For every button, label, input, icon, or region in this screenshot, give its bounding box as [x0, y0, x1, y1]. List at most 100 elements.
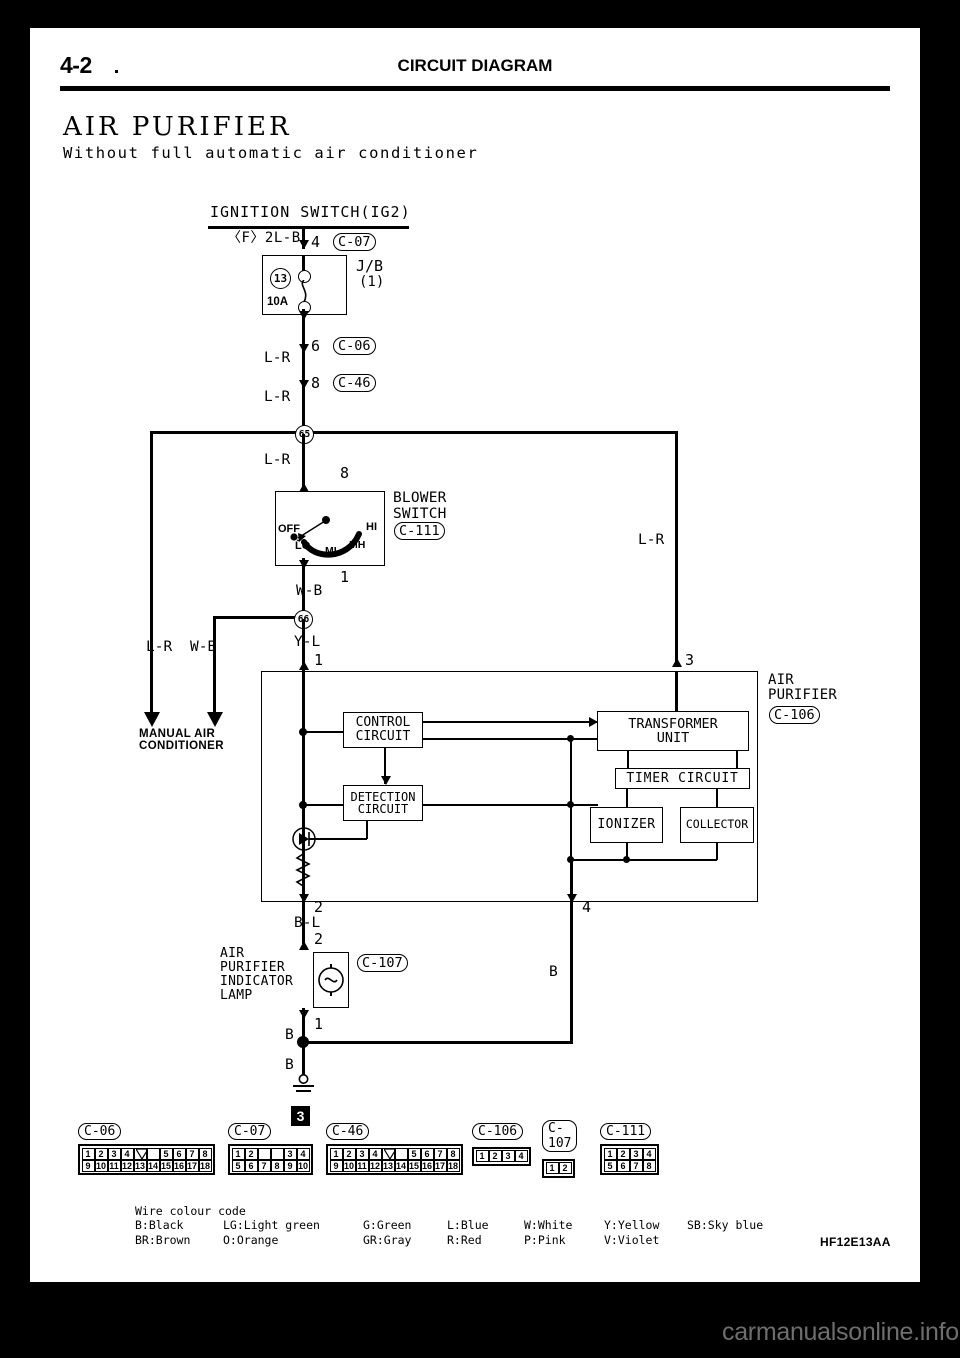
wire-label-lr-2: L-R: [264, 389, 291, 405]
section-title: CIRCUIT DIAGRAM: [397, 56, 553, 75]
connector-pin: 2: [244, 1147, 258, 1160]
connector-diagram-c-106: C-106 1 2 3 4: [472, 1120, 531, 1166]
connector-pin-blank: [394, 1147, 408, 1160]
wire-label-wb-1: W-B: [296, 583, 323, 599]
connector-pin: 7: [433, 1147, 447, 1160]
connector-pin: 18: [446, 1159, 460, 1172]
wire-label-b-2: B: [285, 1057, 294, 1073]
pin-number-2-ap: 2: [314, 898, 324, 916]
legend-y-yellow: Y:Yellow: [604, 1218, 660, 1233]
connector-id-label: C-107: [542, 1120, 578, 1152]
connector-pin: 4: [368, 1147, 382, 1160]
transformer-to-timer-left: [627, 751, 629, 769]
connector-pin: 17: [185, 1159, 199, 1172]
legend-g-green: G:Green: [363, 1218, 412, 1233]
connector-pin: 3: [629, 1147, 643, 1160]
wire-label-b-right: B: [549, 964, 558, 980]
connector-pin-row: 9 10 11 12 13 14 15 16 17 18: [329, 1159, 460, 1172]
connector-diagram-c-46: C-46 1 2 3 4 5 6 7 8 9 10 11 12 13 14 15 16 17 18: [326, 1120, 463, 1175]
timer-to-ionizer-line: [626, 789, 628, 807]
pin-number-4-ap: 4: [582, 898, 592, 916]
connector-pin: 16: [172, 1159, 186, 1172]
source-wire-label: 〈F〉2L-B: [227, 230, 301, 246]
connector-pin: 4: [296, 1147, 310, 1160]
connector-pin: 2: [342, 1147, 356, 1160]
fuse-element-icon: [301, 280, 307, 302]
blower-position-mh: MH: [349, 539, 366, 551]
ignition-switch-label: IGNITION SWITCH(IG2): [210, 203, 411, 221]
legend-p-pink: P:Pink: [524, 1232, 566, 1247]
watermark: carmanualsonline.info: [722, 1318, 959, 1346]
fuse-number-circle: 13: [270, 268, 291, 289]
connector-pin: 9: [329, 1159, 343, 1172]
connector-pin: 14: [146, 1159, 160, 1172]
resistor-icon: [295, 850, 311, 890]
led-feedback-line: [309, 838, 367, 840]
connector-pin: 1: [475, 1150, 489, 1162]
connector-pin-row: 1234 5678: [329, 1147, 460, 1160]
wire-label-lr-right: L-R: [638, 532, 665, 548]
connector-tag-c06: C-06: [333, 337, 376, 355]
wire-label-lr-3: L-R: [264, 452, 291, 468]
connector-id-label: C-06: [78, 1123, 122, 1140]
ground-drop-line: [302, 1044, 305, 1078]
connector-tag-c46: C-46: [333, 374, 376, 392]
branch-left-lr: [150, 431, 153, 721]
legend-gr-gray: GR:Gray: [363, 1232, 412, 1247]
pin-number-1-blower: 1: [340, 568, 350, 586]
connector-tag-c106: C-106: [769, 706, 820, 724]
connector-pin: 4: [514, 1150, 528, 1162]
transformer-unit-box: TRANSFORMER UNIT: [597, 711, 749, 751]
led-feedback-vline: [366, 821, 368, 839]
connector-diagram-c-06: C-06 1 2 3 4 5 6 7 8 9 10 11 12 13 14 15 16 17 18: [78, 1120, 215, 1175]
diagram-subtitle: Without full automatic air conditioner: [63, 144, 479, 162]
connector-pin: 2: [558, 1162, 572, 1174]
b-right-line: [570, 902, 573, 1044]
connector-tag-c111: C-111: [394, 522, 445, 540]
control-circuit-box: CONTROL CIRCUIT: [343, 712, 423, 748]
connector-pin: 18: [198, 1159, 212, 1172]
collector-box: COLLECTOR: [680, 807, 754, 843]
pin-number-8-c46: 8: [311, 374, 321, 392]
connector-keyway-icon: [133, 1147, 148, 1160]
transformer-to-timer-right: [736, 751, 738, 769]
connector-pin: 4: [120, 1147, 134, 1160]
connector-pin: 5: [407, 1147, 421, 1160]
bus-65-horizontal: [150, 431, 678, 434]
connector-pin-row: 12 34: [231, 1147, 310, 1160]
connector-pin-grid: 1 2 3 4 5 6 7 8 9 10 11 12 13 14 15 16 17 18: [78, 1144, 215, 1175]
connector-pin: 11: [355, 1159, 369, 1172]
timer-circuit-box: TIMER CIRCUIT: [615, 768, 750, 789]
pin2-lamp-arrow: [298, 941, 309, 950]
connector-pin: 3: [283, 1147, 297, 1160]
connector-pin: 3: [501, 1150, 515, 1162]
connector-pin: 15: [159, 1159, 173, 1172]
pin1-lamp-arrow: [298, 1010, 309, 1019]
pin4-arrow: [298, 240, 309, 249]
legend-b-black: B:Black: [135, 1218, 184, 1233]
connector-id-label: C-111: [600, 1123, 652, 1140]
control-in-line: [305, 731, 344, 733]
legend-sb-skyblue: SB:Sky blue: [687, 1218, 764, 1233]
connector-keyway-icon: [381, 1147, 396, 1160]
connector-pin-row: 1234 5678: [81, 1147, 212, 1160]
connector-pin: 7: [185, 1147, 199, 1160]
connector-pin-blank: [270, 1147, 284, 1160]
connector-pin: 13: [133, 1159, 147, 1172]
connector-pin: 1: [231, 1147, 245, 1160]
connector-pin: 5: [159, 1147, 173, 1160]
connector-pin: 9: [81, 1159, 95, 1172]
blower-position-ml: ML: [325, 545, 341, 557]
legend-r-red: R:Red: [447, 1232, 482, 1247]
connector-pin: 2: [616, 1147, 630, 1160]
pin3-arrow: [671, 658, 682, 667]
blower-position-hi: HI: [366, 521, 377, 533]
indicator-lamp-label: AIR PURIFIER INDICATOR LAMP: [220, 946, 294, 1004]
blower-position-lo: LO: [295, 540, 311, 552]
connector-pin-grid: 1234: [472, 1146, 531, 1166]
connector-pin: 17: [433, 1159, 447, 1172]
connector-pin: 3: [107, 1147, 121, 1160]
connector-id-label: C-46: [326, 1123, 370, 1140]
bus-66-horizontal: [213, 616, 305, 619]
connector-pin-row: 1234: [475, 1150, 528, 1162]
